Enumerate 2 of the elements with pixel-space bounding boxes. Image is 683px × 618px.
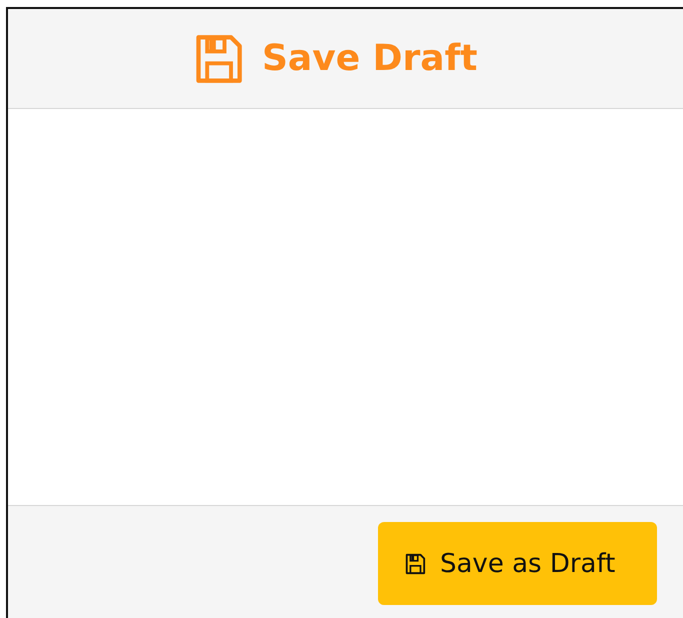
dialog-title: Save Draft <box>192 32 478 84</box>
save-draft-button[interactable]: Save as Draft <box>378 522 657 605</box>
